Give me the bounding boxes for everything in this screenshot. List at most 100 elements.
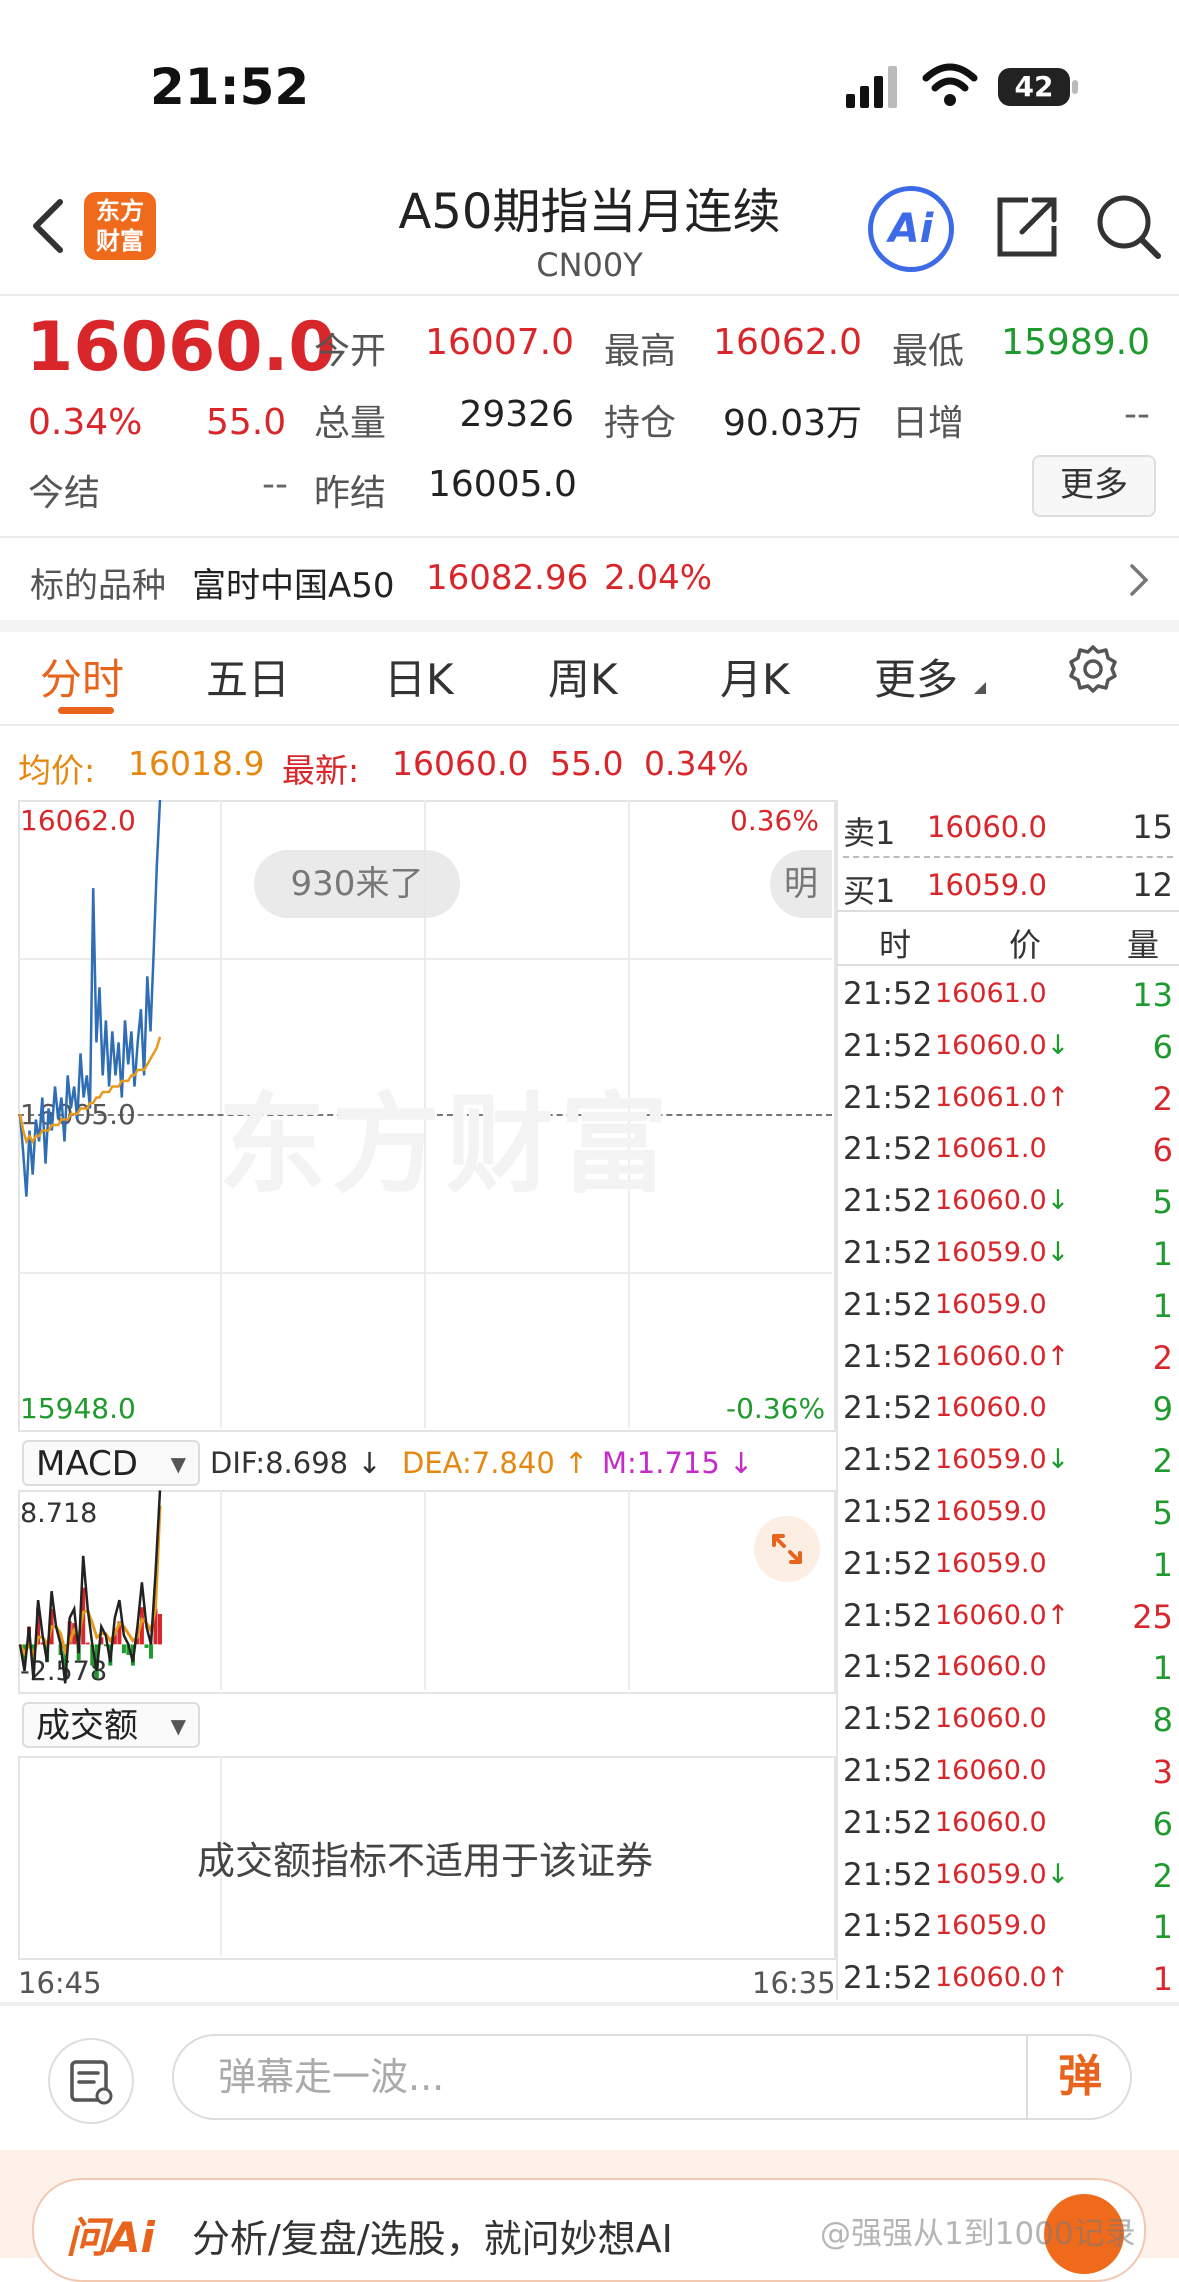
tick-price: 16060.0↓ xyxy=(935,1030,1069,1061)
danmu-bubble[interactable]: 930来了 xyxy=(254,850,460,918)
macd-selector-label: MACD xyxy=(36,1444,138,1484)
avg-value: 16018.9 xyxy=(128,744,265,783)
turnover-selector-label: 成交额 xyxy=(36,1706,138,1746)
tick-time: 21:52 xyxy=(843,1960,933,1997)
tick-price-value: 16060.0 xyxy=(935,1962,1047,1994)
tick-price: 16060.0 xyxy=(935,1755,1047,1786)
x-axis-end: 16:35 xyxy=(752,1966,836,2000)
tab-weekly-k[interactable]: 周K xyxy=(548,646,618,707)
tab-more[interactable]: 更多 xyxy=(874,646,958,707)
settings-gear-icon[interactable] xyxy=(1068,644,1118,694)
macd-dea-value: DEA:7.840 xyxy=(402,1446,555,1480)
tick-time: 21:52 xyxy=(843,1856,933,1893)
tick-price-value: 16060.0 xyxy=(935,1599,1047,1631)
macd-histogram-bar xyxy=(121,1644,126,1654)
macd-dea: DEA:7.840 ↑ xyxy=(402,1446,589,1480)
tick-price-value: 16060.0 xyxy=(935,1029,1047,1061)
tick-row: 21:52 16059.0↓ 2 xyxy=(843,1857,1173,1909)
tick-time: 21:52 xyxy=(843,1545,933,1582)
underlying-row[interactable]: 标的品种 富时中国A50 16082.96 2.04% xyxy=(0,538,1179,618)
tab-intraday[interactable]: 分时 xyxy=(40,646,124,707)
chevron-down-icon: ▼ xyxy=(170,1714,186,1738)
tab-daily-k[interactable]: 日K xyxy=(384,646,454,707)
tick-price-value: 16060.0 xyxy=(935,1755,1047,1786)
tick-direction-icon: ↓ xyxy=(1046,1444,1070,1476)
tab-monthly-k[interactable]: 月K xyxy=(720,646,790,707)
underlying-label: 标的品种 xyxy=(30,566,166,606)
tick-price: 16060.0 xyxy=(935,1703,1047,1734)
tick-price: 16059.0 xyxy=(935,1910,1047,1941)
tick-row: 21:52 16059.0 1 xyxy=(843,1908,1173,1960)
low-value: 15989.0 xyxy=(1001,322,1150,363)
tick-row: 21:52 16060.0↑ 25 xyxy=(843,1598,1173,1650)
tick-row: 21:52 16060.0↑ 2 xyxy=(843,1339,1173,1391)
tick-price-value: 16060.0 xyxy=(935,1340,1047,1372)
tick-price-value: 16060.0 xyxy=(935,1703,1047,1735)
orderbook-divider xyxy=(836,910,1179,912)
ticks-header-divider xyxy=(836,964,1179,966)
expand-chart-button[interactable] xyxy=(754,1516,820,1582)
battery-nub xyxy=(1072,80,1078,94)
tick-time: 21:52 xyxy=(843,1597,933,1634)
settle-label: 今结 xyxy=(28,473,101,514)
tick-row: 21:52 16060.0 3 xyxy=(843,1753,1173,1805)
ask-price: 16060.0 xyxy=(927,810,1047,844)
latest-value: 16060.0 xyxy=(392,744,529,783)
danmu-send-button[interactable]: 弹 xyxy=(1026,2036,1132,2118)
tick-row: 21:52 16061.0↑ 2 xyxy=(843,1080,1173,1132)
tick-row: 21:52 16060.0 6 xyxy=(843,1805,1173,1857)
ai-brand: 问Ai xyxy=(66,2213,155,2262)
turnover-selector[interactable]: 成交额 ▼ xyxy=(22,1702,200,1748)
tick-volume: 6 xyxy=(1152,1804,1173,1843)
tick-price-value: 16061.0 xyxy=(935,1081,1047,1113)
tick-row: 21:52 16059.0↓ 1 xyxy=(843,1235,1173,1287)
section-gap xyxy=(0,620,1179,632)
tick-volume: 5 xyxy=(1152,1183,1173,1222)
bid-price: 16059.0 xyxy=(927,868,1047,902)
x-axis-start: 16:45 xyxy=(18,1966,102,2000)
tick-price-value: 16061.0 xyxy=(935,978,1047,1009)
turnover-message: 成交额指标不适用于该证券 xyxy=(196,1839,653,1883)
danmu-settings-button[interactable] xyxy=(48,2038,134,2124)
tick-price: 16060.0 xyxy=(935,1651,1047,1682)
tick-time: 21:52 xyxy=(843,1390,933,1427)
more-quote-button[interactable]: 更多 xyxy=(1032,455,1156,517)
tick-time: 21:52 xyxy=(843,1027,933,1064)
danmu-bubble[interactable]: 明 xyxy=(770,850,832,918)
macd-dif-value: DIF:8.698 xyxy=(210,1446,349,1480)
tick-time: 21:52 xyxy=(843,1753,933,1789)
macd-histogram-bar xyxy=(158,1614,162,1645)
ai-prompt-text: 分析/复盘/选股，就问妙想AI xyxy=(192,2217,673,2261)
tick-time: 21:52 xyxy=(843,1804,933,1841)
tick-volume: 2 xyxy=(1152,1338,1173,1377)
search-icon[interactable] xyxy=(1094,192,1164,262)
tick-volume: 3 xyxy=(1152,1753,1173,1791)
danmu-input[interactable]: 弹幕走一波... xyxy=(172,2034,1132,2120)
tick-time: 21:52 xyxy=(843,1649,933,1686)
intraday-chart[interactable]: 东方财富 16062.0 15948.0 16005.0 0.36% -0.36… xyxy=(18,800,836,1960)
tick-price: 16059.0 xyxy=(935,1289,1047,1320)
macd-dif-line xyxy=(18,1490,162,1684)
tick-direction-icon: ↓ xyxy=(1046,1185,1070,1217)
tick-volume: 1 xyxy=(1152,1286,1173,1325)
tick-row: 21:52 16060.0 8 xyxy=(843,1701,1173,1753)
macd-dif: DIF:8.698 ↓ xyxy=(210,1446,382,1480)
share-icon[interactable] xyxy=(994,194,1060,260)
tab-five-day[interactable]: 五日 xyxy=(206,646,290,707)
tick-price-value: 16059.0 xyxy=(935,1547,1047,1579)
tick-price-value: 16059.0 xyxy=(935,1237,1047,1268)
tick-price-value: 16060.0 xyxy=(935,1806,1047,1838)
tick-row: 21:52 16059.0 1 xyxy=(843,1287,1173,1339)
ai-button[interactable]: Ai xyxy=(868,186,954,272)
volume-label: 总量 xyxy=(314,403,387,444)
tick-row: 21:52 16061.0 13 xyxy=(843,976,1173,1028)
tick-price: 16060.0↑ xyxy=(935,1962,1069,1993)
macd-histogram-bar xyxy=(149,1644,153,1659)
tick-time: 21:52 xyxy=(843,1235,933,1271)
tick-volume: 9 xyxy=(1152,1390,1173,1429)
tick-row: 21:52 16060.0 1 xyxy=(843,1649,1173,1701)
col-time: 时 xyxy=(879,926,912,964)
tick-price-value: 16059.0 xyxy=(935,1444,1047,1476)
macd-selector[interactable]: MACD ▼ xyxy=(22,1440,200,1486)
tick-volume: 5 xyxy=(1152,1494,1173,1532)
